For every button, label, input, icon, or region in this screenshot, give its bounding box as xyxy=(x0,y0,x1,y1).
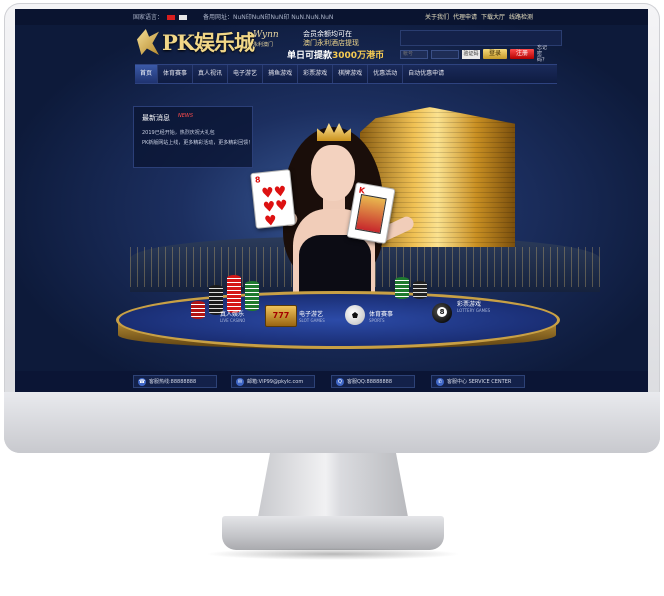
wynn-logo: Wynn xyxy=(253,30,279,40)
language-selector[interactable]: 国家语言： xyxy=(133,12,187,21)
chip-stack xyxy=(395,277,409,299)
language-label: 国家语言： xyxy=(133,14,164,21)
account-input[interactable] xyxy=(400,49,428,59)
join-button[interactable]: 注册 xyxy=(510,49,535,59)
signin-button[interactable]: 登录 xyxy=(483,49,508,59)
forgot-password-link[interactable]: 忘记密码？ xyxy=(537,45,551,63)
captcha-image[interactable]: 验证码 xyxy=(462,49,480,59)
nav-item-lottery[interactable]: 彩票游戏 xyxy=(298,65,332,83)
chip-stack xyxy=(227,275,241,313)
model-face xyxy=(311,145,355,201)
playing-card-eight-hearts: 8 ♥♥ ♥♥ ♥ xyxy=(250,169,296,230)
nav-item-promotions[interactable]: 优惠活动 xyxy=(368,65,402,83)
contact-email[interactable]: ✉ 邮箱:VIP99@pkylc.com xyxy=(231,375,315,388)
category-live-casino[interactable]: 真人娱乐 LIVE CASINO xyxy=(220,309,245,323)
monitor-shadow xyxy=(205,548,461,560)
service-icon: ✆ xyxy=(436,377,444,386)
promo-line-3: 单日可提款3000万港币 xyxy=(287,51,385,61)
login-form: 验证码 登录 注册 忘记密码？ xyxy=(400,45,551,63)
nav-item-fishing[interactable]: 捕鱼游戏 xyxy=(263,65,297,83)
nav-item-live[interactable]: 真人视讯 xyxy=(193,65,227,83)
wynn-sub: 永利澳门 xyxy=(253,42,274,48)
nav-item-auto-promo[interactable]: 自动优惠申请 xyxy=(403,65,449,83)
news-item[interactable]: PK新版网站上线，更多精彩活动，更多精彩回馈！ xyxy=(142,139,253,146)
monitor-chin xyxy=(4,392,660,453)
top-links: 关于我们 代理申请 下载大厅 线路检测 xyxy=(425,12,533,21)
nav-item-sports[interactable]: 体育赛事 xyxy=(158,65,192,83)
monitor-screen: 国家语言： 备用网址：NuN印NuN印NuN印 NuN.NuN.NuN 关于我们… xyxy=(15,9,648,392)
nav-item-chess[interactable]: 棋牌游戏 xyxy=(333,65,367,83)
mail-icon: ✉ xyxy=(236,377,244,386)
link-download[interactable]: 下载大厅 xyxy=(481,12,505,21)
logo-text: PK娱乐城 xyxy=(162,30,255,55)
news-title: 最新消息 xyxy=(142,114,170,122)
promo-line-2: 澳门永利酒店提现 xyxy=(303,39,359,47)
contact-qq[interactable]: Q 客服QQ:88888888 xyxy=(331,375,415,388)
link-about-us[interactable]: 关于我们 xyxy=(425,12,449,21)
alternate-urls: 备用网址：NuN印NuN印NuN印 NuN.NuN.NuN xyxy=(203,14,334,21)
category-lottery[interactable]: 彩票游戏 LOTTERY GAMES xyxy=(457,299,490,313)
news-tag: NEWS xyxy=(178,113,194,119)
link-line-check[interactable]: 线路检测 xyxy=(509,12,533,21)
nav-item-home[interactable]: 首页 xyxy=(135,65,158,83)
chip-stack xyxy=(245,281,259,311)
news-panel: 最新消息 NEWS 2019已经开始，热烈庆祝大礼包 PK新版网站上线，更多精彩… xyxy=(133,106,253,168)
china-flag-icon[interactable] xyxy=(166,15,175,20)
soccer-ball-icon[interactable] xyxy=(345,305,365,325)
slot-777-icon[interactable]: 777 xyxy=(265,305,297,327)
contact-hotline[interactable]: ☎ 客服热线:88888888 xyxy=(133,375,217,388)
site-logo[interactable]: PK娱乐城 xyxy=(137,27,255,57)
password-input[interactable] xyxy=(431,49,459,59)
winged-horse-icon xyxy=(137,29,159,55)
game-table xyxy=(116,291,560,349)
phone-icon: ☎ xyxy=(138,377,146,386)
monitor-stand-base xyxy=(222,516,444,550)
english-flag-icon[interactable] xyxy=(178,15,187,20)
qq-icon: Q xyxy=(336,377,344,386)
monitor-stand-neck xyxy=(258,453,408,517)
chip-stack xyxy=(191,301,205,319)
wynn-promo: Wynn 永利澳门 会员余额均可在 澳门永利酒店提现 单日可提款3000万港币 xyxy=(253,28,393,61)
contact-service-center[interactable]: ✆ 客服中心 SERVICE CENTER xyxy=(431,375,525,388)
category-slots[interactable]: 电子游艺 SLOT GAMES xyxy=(299,309,325,323)
main-nav: 首页 体育赛事 真人视讯 电子游艺 捕鱼游戏 彩票游戏 棋牌游戏 优惠活动 自动… xyxy=(135,64,557,84)
login-panel xyxy=(400,30,562,46)
link-agent-apply[interactable]: 代理申请 xyxy=(453,12,477,21)
nav-item-slots[interactable]: 电子游艺 xyxy=(228,65,262,83)
chip-stack xyxy=(413,281,427,299)
news-item[interactable]: 2019已经开始，热烈庆祝大礼包 xyxy=(142,129,215,136)
category-sports[interactable]: 体育赛事 SPORTS xyxy=(369,309,393,323)
eight-ball-icon[interactable]: 8 xyxy=(432,303,452,323)
